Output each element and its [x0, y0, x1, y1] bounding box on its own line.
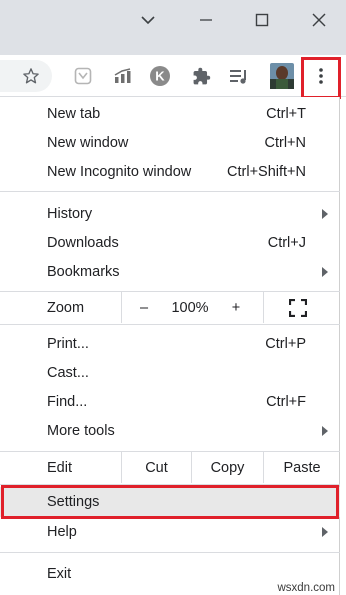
paste-label: Paste	[283, 459, 321, 476]
menu-item-new-incognito[interactable]: New Incognito window Ctrl+Shift+N	[0, 157, 340, 186]
menu-item-history[interactable]: History	[0, 199, 340, 228]
settings-label: Settings	[47, 494, 100, 510]
profile-avatar[interactable]	[267, 62, 297, 90]
menu-divider	[0, 451, 340, 452]
menu-item-settings[interactable]: Settings	[0, 487, 340, 517]
zoom-label: Zoom	[47, 299, 85, 316]
menu-item-print[interactable]: Print... Ctrl+P	[0, 329, 340, 358]
copy-button[interactable]: Copy	[192, 453, 263, 482]
bookmark-star-icon[interactable]	[16, 62, 46, 90]
new-incognito-shortcut: Ctrl+Shift+N	[227, 163, 306, 180]
new-window-label: New window	[47, 134, 129, 151]
media-queue-icon[interactable]	[224, 62, 254, 90]
submenu-arrow-icon	[322, 425, 328, 436]
more-tools-label: More tools	[47, 422, 115, 439]
copy-label: Copy	[210, 459, 245, 476]
extension-k-letter: K	[155, 69, 165, 84]
menu-divider	[0, 552, 340, 553]
zoom-value: 100%	[171, 299, 209, 316]
window-titlebar	[0, 0, 346, 55]
menu-item-more-tools[interactable]: More tools	[0, 416, 340, 445]
print-label: Print...	[47, 335, 89, 352]
paste-button[interactable]: Paste	[264, 453, 340, 482]
menu-divider	[0, 291, 340, 292]
print-shortcut: Ctrl+P	[265, 335, 306, 352]
fullscreen-icon[interactable]	[283, 295, 313, 320]
watermark-text: wsxdn.com	[277, 582, 335, 594]
new-window-shortcut: Ctrl+N	[264, 134, 307, 151]
menu-item-cast[interactable]: Cast...	[0, 358, 340, 387]
find-shortcut: Ctrl+F	[266, 393, 306, 410]
menu-item-new-window[interactable]: New window Ctrl+N	[0, 128, 340, 157]
zoom-out-label: –	[139, 299, 149, 316]
extension-k-icon[interactable]: K	[145, 62, 175, 90]
new-tab-shortcut: Ctrl+T	[266, 105, 306, 122]
find-label: Find...	[47, 393, 88, 410]
edit-label: Edit	[47, 459, 72, 476]
more-menu-icon[interactable]	[306, 62, 336, 90]
help-label: Help	[47, 523, 77, 540]
menu-item-downloads[interactable]: Downloads Ctrl+J	[0, 228, 340, 257]
submenu-arrow-icon	[322, 266, 328, 277]
new-tab-label: New tab	[47, 105, 101, 122]
zoom-out-button[interactable]: –	[130, 293, 158, 322]
menu-item-bookmarks[interactable]: Bookmarks	[0, 257, 340, 286]
downloads-label: Downloads	[47, 234, 119, 251]
submenu-arrow-icon	[322, 526, 328, 537]
cut-button[interactable]: Cut	[122, 453, 191, 482]
menu-item-new-tab[interactable]: New tab Ctrl+T	[0, 99, 340, 128]
zoom-level: 100%	[165, 293, 215, 322]
browser-toolbar: K	[0, 55, 346, 97]
history-label: History	[47, 205, 93, 222]
menu-item-find[interactable]: Find... Ctrl+F	[0, 387, 340, 416]
chrome-main-menu: New tab Ctrl+T New window Ctrl+N New Inc…	[0, 97, 340, 595]
new-incognito-label: New Incognito window	[47, 163, 192, 180]
menu-item-help[interactable]: Help	[0, 517, 340, 546]
minimize-icon[interactable]	[186, 8, 226, 32]
cast-label: Cast...	[47, 364, 89, 381]
maximize-icon[interactable]	[242, 8, 282, 32]
submenu-arrow-icon	[322, 208, 328, 219]
extension-chart-icon[interactable]	[108, 62, 138, 90]
zoom-divider	[121, 292, 122, 323]
menu-divider	[0, 191, 340, 192]
extension-grayed-icon[interactable]	[68, 62, 98, 90]
close-icon[interactable]	[299, 8, 339, 32]
cut-label: Cut	[145, 459, 168, 476]
zoom-in-label: +	[231, 299, 241, 316]
exit-label: Exit	[47, 565, 72, 582]
tab-search-icon[interactable]	[128, 8, 168, 32]
zoom-divider	[263, 292, 264, 323]
bookmarks-label: Bookmarks	[47, 263, 120, 280]
zoom-in-button[interactable]: +	[222, 293, 250, 322]
downloads-shortcut: Ctrl+J	[267, 234, 306, 251]
extensions-puzzle-icon[interactable]	[186, 62, 216, 90]
menu-divider	[0, 324, 340, 325]
menu-divider	[0, 484, 340, 485]
